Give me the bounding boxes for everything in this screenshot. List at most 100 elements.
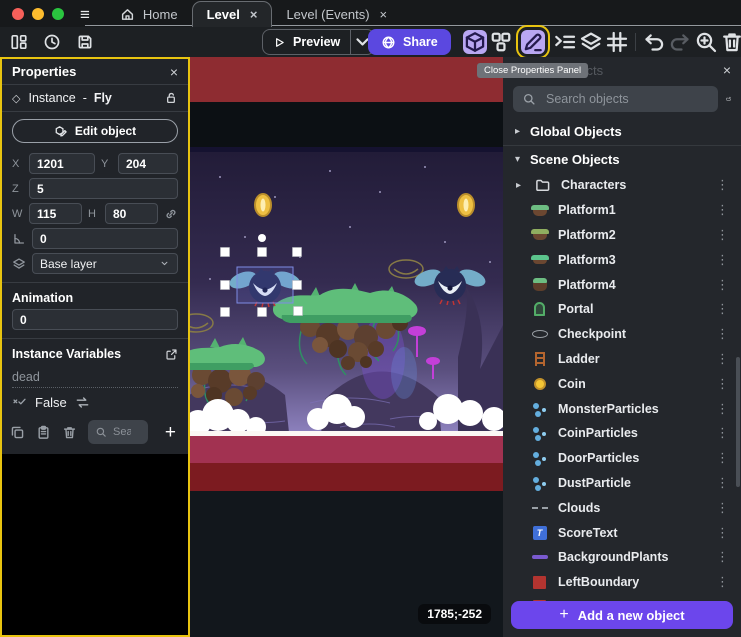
animation-input[interactable] [12, 309, 178, 330]
row-menu-icon[interactable]: ⋮ [712, 177, 733, 193]
pen-icon[interactable] [521, 30, 545, 54]
row-menu-icon[interactable]: ⋮ [712, 326, 733, 342]
history-icon[interactable] [43, 33, 61, 51]
object-list-item-platform4[interactable]: Platform4⋮ [503, 272, 741, 297]
swap-value-icon[interactable] [75, 395, 90, 410]
row-menu-icon[interactable]: ⋮ [712, 574, 733, 590]
group-scene-objects[interactable]: ▾ Scene Objects [503, 146, 741, 173]
height-input[interactable] [105, 203, 158, 224]
panel-layout-icon[interactable] [10, 33, 28, 51]
object-list-item-dustparticle[interactable]: DustParticle⋮ [503, 471, 741, 496]
objects-search[interactable] [513, 86, 718, 112]
row-menu-icon[interactable]: ⋮ [712, 301, 733, 317]
row-menu-icon[interactable]: ⋮ [712, 277, 733, 293]
instance-list-icon[interactable] [553, 30, 577, 54]
object-list-item-platform2[interactable]: Platform2⋮ [503, 223, 741, 248]
row-menu-icon[interactable]: ⋮ [712, 450, 733, 466]
instances-group-icon[interactable] [489, 30, 513, 54]
object-list-item-platform1[interactable]: Platform1⋮ [503, 198, 741, 223]
top-boundary-sprite[interactable] [190, 57, 503, 102]
object-list-item-characters[interactable]: ▸Characters⋮ [503, 173, 741, 198]
variable-value[interactable]: False [35, 395, 67, 410]
row-menu-icon[interactable]: ⋮ [712, 376, 733, 392]
row-menu-icon[interactable]: ⋮ [712, 227, 733, 243]
properties-panel-title: Properties [12, 64, 170, 79]
tab-level-events[interactable]: Level (Events) × [272, 1, 401, 27]
row-menu-icon[interactable]: ⋮ [712, 549, 733, 565]
external-link-icon[interactable] [165, 348, 178, 361]
zoom-in-icon[interactable] [694, 30, 718, 54]
paste-icon[interactable] [36, 425, 51, 440]
hamburger-menu-icon[interactable]: ≡ [80, 6, 90, 23]
variables-search-input[interactable] [111, 425, 133, 439]
caret-right-icon[interactable]: ▸ [516, 180, 524, 191]
minimize-button[interactable] [32, 8, 44, 20]
scrollbar-thumb[interactable] [736, 357, 740, 487]
row-menu-icon[interactable]: ⋮ [712, 425, 733, 441]
angle-input[interactable] [32, 228, 178, 249]
row-menu-icon[interactable]: ⋮ [712, 351, 733, 367]
layer-select[interactable]: Base layer [32, 253, 178, 274]
preview-button[interactable]: Preview [262, 29, 375, 55]
add-variable-button[interactable]: + [165, 423, 180, 442]
object-list-item-portal[interactable]: Portal⋮ [503, 297, 741, 322]
object-list-item-monsterparticles[interactable]: MonsterParticles⋮ [503, 396, 741, 421]
trash-icon[interactable] [720, 30, 741, 54]
row-menu-icon[interactable]: ⋮ [712, 252, 733, 268]
coin-sprite[interactable] [458, 194, 474, 216]
scene-canvas[interactable]: 1785;-252 [190, 57, 503, 637]
z-input[interactable] [29, 178, 178, 199]
edit-object-button[interactable]: Edit object [12, 119, 178, 143]
row-menu-icon[interactable]: ⋮ [712, 525, 733, 541]
objects-search-input[interactable] [544, 91, 709, 107]
layers-icon[interactable] [579, 30, 603, 54]
object-list-item-leftboundary[interactable]: LeftBoundary⋮ [503, 570, 741, 595]
coin-sprite[interactable] [255, 194, 271, 216]
tab-close-icon[interactable]: × [380, 7, 388, 22]
add-new-object-button[interactable]: + Add a new object [511, 601, 733, 629]
close-icon[interactable]: × [170, 65, 178, 79]
close-button[interactable] [12, 8, 24, 20]
x-input[interactable] [29, 153, 95, 174]
object-list-item-coin[interactable]: Coin⋮ [503, 371, 741, 396]
grid-icon[interactable] [605, 30, 629, 54]
platform-thumbnail-icon [530, 202, 549, 218]
tab-close-icon[interactable]: × [250, 7, 258, 22]
tab-level[interactable]: Level × [192, 1, 273, 27]
object-list-item-ladder[interactable]: Ladder⋮ [503, 347, 741, 372]
group-global-objects[interactable]: ▸ Global Objects [503, 118, 741, 145]
animation-section-title: Animation [12, 291, 73, 305]
delete-variable-icon[interactable] [62, 425, 77, 440]
toolbar: Preview Share [0, 27, 741, 57]
add-folder-icon[interactable] [726, 89, 731, 109]
object-list-item-platform3[interactable]: Platform3⋮ [503, 247, 741, 272]
rotation-handle[interactable] [258, 234, 266, 242]
maximize-button[interactable] [52, 8, 64, 20]
object-list-item-backgroundplants[interactable]: BackgroundPlants⋮ [503, 545, 741, 570]
aspect-ratio-link-icon[interactable] [164, 207, 178, 221]
close-icon[interactable]: × [723, 62, 731, 78]
redo-icon[interactable] [668, 30, 692, 54]
variables-search[interactable] [88, 420, 148, 444]
object-list-item-scoretext[interactable]: TScoreText⋮ [503, 520, 741, 545]
undo-icon[interactable] [642, 30, 666, 54]
row-menu-icon[interactable]: ⋮ [712, 475, 733, 491]
panel-empty-area [2, 454, 188, 635]
3d-cube-icon[interactable] [463, 30, 487, 54]
object-list-item-clouds[interactable]: Clouds⋮ [503, 495, 741, 520]
object-list-item-checkpoint[interactable]: Checkpoint⋮ [503, 322, 741, 347]
lock-open-icon[interactable] [164, 91, 178, 105]
object-list-item-doorparticles[interactable]: DoorParticles⋮ [503, 446, 741, 471]
bottom-boundary-sprite[interactable] [190, 436, 503, 463]
variable-name[interactable]: dead [12, 370, 178, 388]
copy-icon[interactable] [10, 425, 25, 440]
tab-home[interactable]: Home [106, 1, 192, 27]
row-menu-icon[interactable]: ⋮ [712, 202, 733, 218]
row-menu-icon[interactable]: ⋮ [712, 500, 733, 516]
object-list-item-coinparticles[interactable]: CoinParticles⋮ [503, 421, 741, 446]
y-input[interactable] [118, 153, 178, 174]
share-button[interactable]: Share [368, 29, 451, 55]
save-icon[interactable] [76, 33, 94, 51]
width-input[interactable] [29, 203, 82, 224]
row-menu-icon[interactable]: ⋮ [712, 401, 733, 417]
